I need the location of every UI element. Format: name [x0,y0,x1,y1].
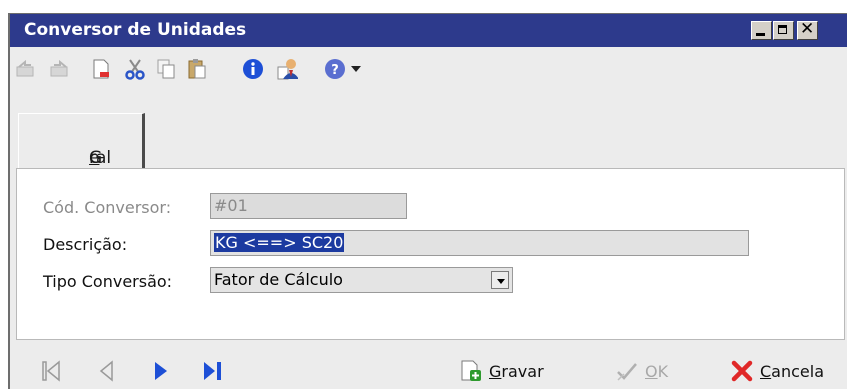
tab-strip: Ge ral [10,113,847,168]
codigo-field[interactable]: #01 [210,193,407,219]
first-record-button[interactable] [40,358,62,384]
last-record-button[interactable] [201,358,223,384]
window-title: Conversor de Unidades [24,20,247,40]
next-record-button[interactable] [150,358,172,384]
user-document-icon [277,59,298,80]
close-button[interactable]: ✕ [797,19,818,40]
minimize-icon [756,33,765,36]
cancel-x-icon [730,359,754,383]
copy-button[interactable] [155,58,177,80]
info-icon [243,59,263,79]
undo-button[interactable] [15,58,37,80]
maximize-icon [778,25,787,34]
first-record-icon [42,360,60,382]
dropdown-arrow-button[interactable] [491,271,509,289]
tipo-label: Tipo Conversão: [43,272,173,291]
check-icon [615,359,639,383]
ok-button[interactable]: OK [615,358,668,384]
svg-text:?: ? [331,63,339,78]
new-document-icon [93,59,109,79]
info-button[interactable] [242,58,264,80]
close-icon: ✕ [800,19,815,39]
app-window: Conversor de Unidades ✕ ? G e ral Cód. C… [8,13,847,389]
paste-icon [188,59,206,79]
toolbar: ? [10,48,847,88]
codigo-label: Cód. Conversor: [43,198,172,217]
cut-icon [125,59,145,80]
redo-icon [50,59,68,77]
tipo-select[interactable]: Fator de Cálculo [210,267,513,293]
footer-bar: Gravar OK Cancela [10,350,847,389]
redo-button[interactable] [48,58,70,80]
descricao-field[interactable]: KG <==> SC20 [210,230,749,256]
descricao-label: Descrição: [43,235,128,254]
minimize-button[interactable] [751,21,772,40]
cut-button[interactable] [124,58,146,80]
chevron-down-icon [351,66,361,72]
paste-button[interactable] [186,58,208,80]
copy-icon [157,59,175,79]
help-icon: ? [325,59,345,79]
user-document-button[interactable] [276,58,298,80]
descricao-value: KG <==> SC20 [214,233,345,252]
undo-icon [16,59,34,77]
next-record-icon [155,362,167,380]
help-button[interactable]: ? [324,58,364,80]
cancela-button[interactable]: Cancela [730,358,824,384]
tab-geral[interactable]: Ge ral [18,113,145,168]
tipo-value: Fator de Cálculo [214,270,343,289]
maximize-button[interactable] [773,21,794,40]
new-document-button[interactable] [90,58,112,80]
save-icon [459,359,483,383]
gravar-button[interactable]: Gravar [459,358,544,384]
title-bar[interactable]: Conversor de Unidades ✕ [10,14,847,47]
form-panel: Cód. Conversor: #01 Descrição: KG <==> S… [16,168,845,340]
last-record-icon [204,362,221,380]
previous-record-icon [99,360,113,382]
previous-record-button[interactable] [96,358,118,384]
